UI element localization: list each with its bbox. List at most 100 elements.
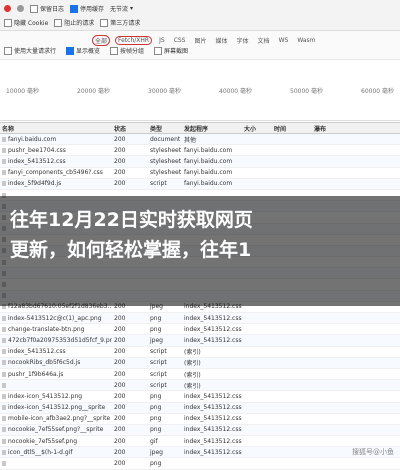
table-row[interactable]: nocookRibs_db5f6c5d.js 200 script (索引)	[0, 357, 400, 369]
table-row[interactable]: index-icon_5413512.png__sprite 200 png inde…	[0, 402, 400, 414]
blocked-requests-toggle[interactable]: 阻止的请求	[54, 18, 94, 27]
preserve-log-toggle[interactable]: 保留日志	[30, 4, 64, 13]
overview-tick: 60000 毫秒	[361, 88, 394, 95]
request-initiator: index_5413512.css	[184, 426, 242, 434]
filter-tab-ws[interactable]: WS	[277, 37, 291, 44]
overview-tick: 10000 毫秒	[6, 88, 39, 95]
request-name: mobile-icon_afb3ae2.png?__sprite	[0, 415, 112, 422]
request-initiator: (索引)	[184, 371, 201, 379]
file-icon	[2, 371, 6, 377]
request-type: gif	[150, 437, 158, 445]
request-initiator: index_5413512.css	[184, 448, 242, 456]
table-row[interactable]: pushr_bee1704.css 200 stylesheet fanyi.baid…	[0, 145, 400, 157]
request-initiator: 其他	[184, 136, 197, 144]
request-name-text: pushr_1f9b646a.js	[8, 370, 64, 378]
filter-tab-css[interactable]: CSS	[172, 37, 188, 44]
table-row[interactable]: nocookie_7ef55sef.png?__sprite 200 png inde…	[0, 424, 400, 437]
col-header-size[interactable]: 大小	[242, 124, 272, 133]
col-header-time[interactable]: 时间	[272, 124, 312, 133]
table-row[interactable]: 200 script (索引)	[0, 380, 400, 392]
filter-tab-wasm[interactable]: Wasm	[295, 37, 317, 44]
request-name: index-5413512c@c(1)_apc.png	[0, 315, 112, 322]
request-name: index-icon_5413512.png__sprite	[0, 404, 112, 411]
request-type: script	[150, 370, 167, 378]
table-row[interactable]: index_5413512.css 200 script (索引)	[0, 347, 400, 358]
request-initiator: (索引)	[184, 349, 201, 357]
col-header-initiator[interactable]: 发起程序	[182, 124, 242, 133]
request-type: jpeg	[150, 336, 163, 344]
table-row[interactable]: 200 png	[0, 458, 400, 470]
col-header-name[interactable]: 名称	[0, 124, 112, 133]
filter-tab-all[interactable]: 全部	[92, 35, 111, 46]
chevron-down-icon: ▾	[130, 5, 134, 12]
request-name-text: nocookie_7ef55sef.png	[8, 437, 78, 445]
request-initiator: index_5413512.css	[184, 404, 242, 412]
throttling-select[interactable]: 无节流 ▾	[110, 4, 133, 13]
file-icon	[2, 360, 6, 366]
file-icon	[2, 405, 6, 411]
request-name-text: nocookRibs_db5f6c5d.js	[8, 359, 81, 367]
disable-cache-toggle[interactable]: 停用缓存	[70, 4, 104, 13]
col-header-type[interactable]: 类型	[148, 124, 182, 133]
request-initiator: index_5413512.css	[184, 392, 242, 400]
request-status: 200	[114, 426, 126, 434]
request-status: 200	[114, 146, 126, 154]
table-row[interactable]: fanyi.baidu.com 200 document 其他	[0, 134, 400, 146]
request-name-text: mobile-icon_afb3ae2.png?__sprite	[8, 415, 111, 423]
file-icon	[2, 170, 6, 176]
col-header-status[interactable]: 状态	[112, 124, 148, 133]
table-row[interactable]: index-5413512c@c(1)_apc.png 200 png index_5…	[0, 313, 400, 325]
request-name-text: nocookie_7ef55sef.png?__sprite	[8, 426, 104, 434]
request-name: change-translate-btn.png	[0, 326, 112, 333]
file-icon	[2, 349, 6, 355]
headline: 往年12月22日实时获取网页 更新，如何轻松掌握，往年1	[10, 205, 400, 265]
table-row[interactable]: mobile-icon_afb3ae2.png?__sprite 200 png in…	[0, 414, 400, 425]
filter-tab-js[interactable]: JS	[157, 37, 167, 44]
file-icon	[2, 136, 6, 142]
table-row[interactable]: 472cb7f0a20975353d51d5fcf_9.png 200 jpeg in…	[0, 335, 400, 347]
request-name-text: icon_dtlS__$(h-1-d.gif	[8, 448, 73, 456]
clear-icon[interactable]	[17, 5, 24, 12]
filter-tab-xhr[interactable]: Fetch/XHR	[115, 36, 153, 45]
filter-tab-media[interactable]: 媒体	[214, 36, 230, 45]
filter-tab-doc[interactable]: 文档	[256, 36, 272, 45]
file-icon	[2, 438, 6, 444]
table-row[interactable]: icon_dtlS__$(h-1-d.gif 200 jpeg index_54135…	[0, 447, 400, 459]
table-row[interactable]: pushr_1f9b646a.js 200 script (索引)	[0, 369, 400, 381]
group-by-frame-toggle[interactable]: 按帧分组	[110, 46, 144, 55]
request-name-text: fanyi_components_cb5496?.css	[8, 169, 103, 177]
record-icon[interactable]	[4, 5, 11, 12]
checkbox-icon	[100, 18, 109, 27]
toolbar-row-1: 保留日志 停用缓存 无节流 ▾	[0, 2, 133, 15]
screenshots-toggle[interactable]: 屏幕截图	[154, 46, 188, 55]
request-name: index_5f9d4f9d.js	[0, 180, 112, 187]
filter-bar: 全部 Fetch/XHR JS CSS 图片 媒体 字体 文档 WS Wasm …	[0, 31, 400, 60]
request-initiator: index_5413512.css	[184, 314, 242, 322]
filter-tab-img[interactable]: 图片	[193, 36, 209, 45]
third-party-toggle[interactable]: 第三方请求	[100, 18, 140, 27]
table-row[interactable]: index-icon_5413512.png 200 png index_541351…	[0, 391, 400, 403]
table-row[interactable]: index_5f9d4f9d.js 200 script fanyi.baidu.co…	[0, 178, 400, 190]
large-rows-toggle[interactable]: 使用大量请求行	[4, 46, 56, 55]
request-initiator: index_5413512.css	[184, 325, 242, 333]
col-header-waterfall[interactable]: 瀑布	[312, 124, 400, 133]
hide-cookie-toggle[interactable]: 隐藏 Cookie	[4, 18, 48, 27]
checkbox-icon	[110, 46, 119, 55]
request-initiator: fanyi.baidu.com	[184, 146, 233, 154]
filter-tab-font[interactable]: 字体	[235, 36, 251, 45]
request-type: png	[150, 404, 162, 412]
show-overview-toggle[interactable]: 显示概览	[66, 46, 100, 55]
overview-tick: 30000 毫秒	[148, 88, 181, 95]
checkbox-icon	[66, 46, 75, 55]
request-name-text: index-icon_5413512.png	[8, 392, 83, 400]
request-name: pushr_1f9b646a.js	[0, 371, 112, 378]
table-row[interactable]: fanyi_components_cb5496?.css 200 styleshee…	[0, 168, 400, 179]
request-status: 200	[114, 404, 126, 412]
request-initiator: (索引)	[184, 360, 201, 368]
table-row[interactable]: change-translate-btn.png 200 png index_5413…	[0, 324, 400, 336]
table-row[interactable]: nocookie_7ef55sef.png 200 gif index_5413512…	[0, 436, 400, 448]
request-status: 200	[114, 348, 126, 356]
request-status: 200	[114, 169, 126, 177]
table-row[interactable]: index_5413512.css 200 stylesheet fanyi.baid…	[0, 156, 400, 168]
checkbox-icon	[4, 18, 12, 27]
